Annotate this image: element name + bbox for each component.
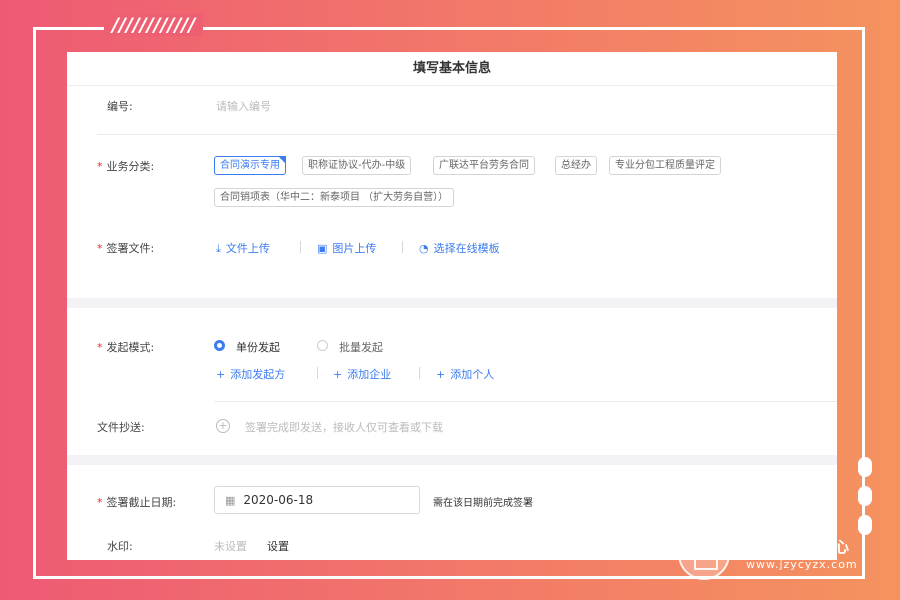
category-tag-sales-table[interactable]: 合同销项表（华中二：新泰项目 （扩大劳务自营）） bbox=[214, 188, 455, 207]
radio-batch-label[interactable]: 批量发起 bbox=[339, 339, 383, 355]
category-tag-contract-demo[interactable]: 合同演示专用 bbox=[214, 156, 286, 175]
number-input[interactable]: 请输入编号 bbox=[216, 98, 271, 114]
category-tag-labor-contract[interactable]: 广联达平台劳务合同 bbox=[433, 156, 535, 175]
brand-name: 建筑业产业中心 bbox=[744, 538, 850, 556]
decorative-dot bbox=[858, 486, 872, 506]
separator bbox=[300, 241, 301, 253]
plus-icon: + bbox=[216, 368, 226, 381]
category-label: * 业务分类: bbox=[97, 160, 155, 173]
divider bbox=[214, 401, 837, 402]
radio-single-label[interactable]: 单份发起 bbox=[236, 339, 280, 355]
watermark-label: 水印: bbox=[107, 540, 133, 553]
file-upload-button[interactable]: ⤓ 文件上传 bbox=[216, 240, 270, 256]
category-tag-general-office[interactable]: 总经办 bbox=[555, 156, 597, 175]
deadline-hint: 需在该日期前完成签署 bbox=[433, 498, 533, 509]
deadline-date-value: 2020-06-18 bbox=[243, 493, 314, 507]
category-tag-quality-eval[interactable]: 专业分包工程质量评定 bbox=[609, 156, 721, 175]
brand-url: www.jzycyzx.com bbox=[746, 558, 858, 571]
separator bbox=[317, 367, 318, 379]
radio-single[interactable] bbox=[214, 340, 225, 351]
plus-icon: + bbox=[436, 368, 446, 381]
form-panel: 填写基本信息 编号: 请输入编号 * 业务分类: 合同演示专用 职称证协议-代办-… bbox=[67, 52, 837, 560]
number-label: 编号: bbox=[107, 100, 133, 113]
add-initiator-button[interactable]: + 添加发起方 bbox=[216, 366, 285, 382]
image-upload-icon: ▣ bbox=[317, 242, 328, 255]
section-gap bbox=[67, 298, 837, 308]
initiate-mode-label: * 发起模式: bbox=[97, 341, 155, 354]
deadline-label: * 签署截止日期: bbox=[97, 496, 177, 509]
watermark-set-link[interactable]: 设置 bbox=[267, 538, 289, 554]
cc-placeholder: 签署完成即发送，接收人仅可查看或下载 bbox=[245, 421, 443, 434]
divider bbox=[97, 134, 837, 135]
upload-icon: ⤓ bbox=[216, 242, 221, 255]
page-title: 填写基本信息 bbox=[67, 52, 837, 86]
section-gap bbox=[67, 455, 837, 465]
decorative-dot bbox=[858, 515, 872, 535]
template-search-icon: ◔ bbox=[419, 242, 429, 255]
add-person-button[interactable]: + 添加个人 bbox=[436, 366, 494, 382]
plus-icon: + bbox=[333, 368, 343, 381]
decorative-dot bbox=[858, 457, 872, 477]
watermark-status: 未设置 bbox=[214, 540, 247, 553]
select-template-button[interactable]: ◔ 选择在线模板 bbox=[419, 240, 500, 256]
cc-label: 文件抄送: bbox=[97, 421, 145, 434]
radio-batch[interactable] bbox=[317, 340, 328, 351]
add-company-button[interactable]: + 添加企业 bbox=[333, 366, 391, 382]
category-tag-title-cert[interactable]: 职称证协议-代办-中级 bbox=[302, 156, 412, 175]
sign-files-label: * 签署文件: bbox=[97, 242, 155, 255]
brand-seal-icon bbox=[678, 528, 730, 580]
deadline-date-input[interactable]: ▦ 2020-06-18 bbox=[214, 486, 420, 514]
calendar-icon: ▦ bbox=[225, 494, 236, 507]
add-cc-icon[interactable]: + bbox=[216, 419, 230, 433]
image-upload-button[interactable]: ▣ 图片上传 bbox=[317, 240, 376, 256]
decorative-slashes: //////////// bbox=[104, 14, 204, 36]
separator bbox=[419, 367, 420, 379]
separator bbox=[402, 241, 403, 253]
